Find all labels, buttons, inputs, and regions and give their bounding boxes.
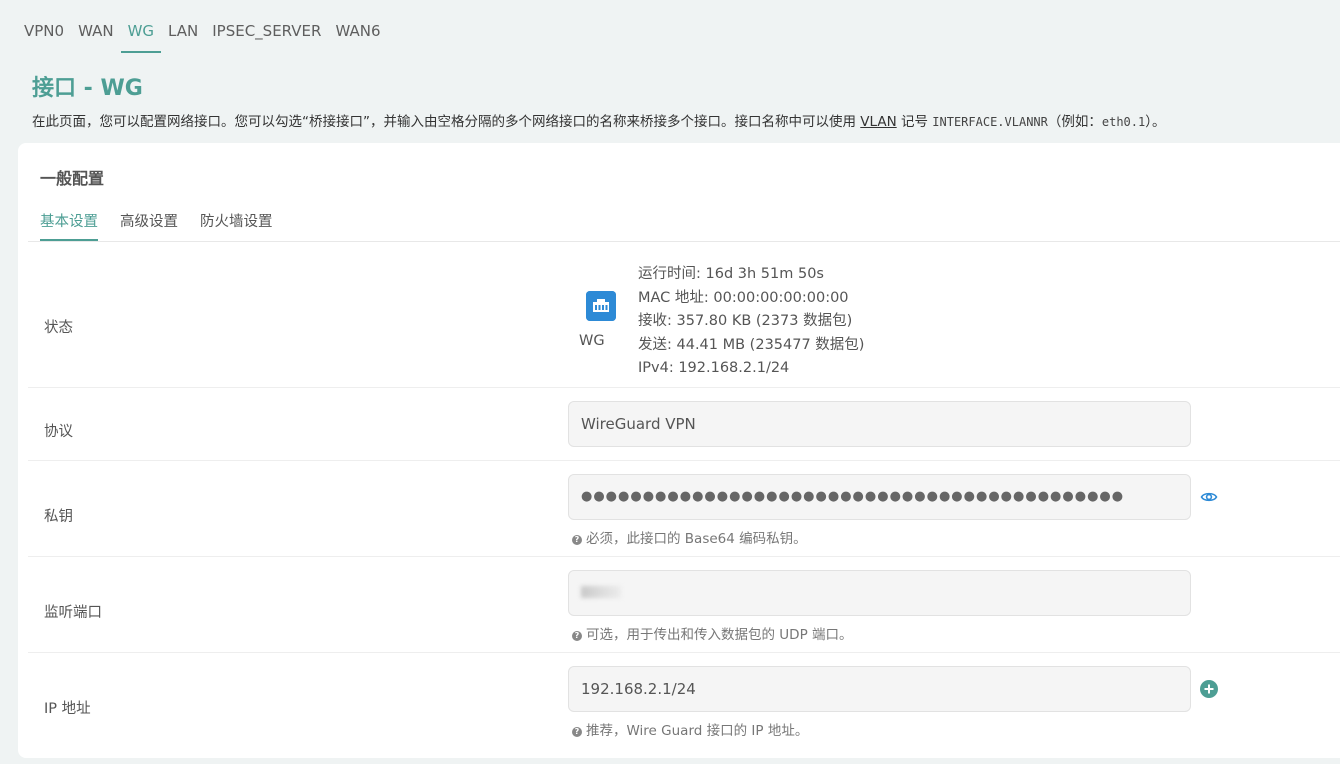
desc-code-1: INTERFACE.VLANNR: [932, 115, 1048, 129]
desc-text-2: 记号: [896, 114, 933, 130]
protocol-label: 协议: [44, 424, 73, 440]
desc-text-1: 在此页面，您可以配置网络接口。您可以勾选“桥接接口”，并输入由空格分隔的多个网络…: [32, 114, 861, 130]
status-details: 运行时间: 16d 3h 51m 50s MAC 地址: 00:00:00:00…: [638, 263, 864, 381]
private-key-label: 私钥: [44, 509, 73, 525]
ip-address-input[interactable]: 192.168.2.1/24: [568, 666, 1191, 712]
tab-advanced-settings[interactable]: 高级设置: [120, 210, 178, 241]
vlan-link[interactable]: VLAN: [860, 114, 896, 130]
ip-address-label: IP 地址: [44, 701, 91, 717]
tab-ipsec-server[interactable]: IPSEC_SERVER: [205, 18, 328, 53]
desc-text-3: （例如：: [1047, 114, 1102, 130]
desc-code-2: eth0.1: [1101, 115, 1146, 129]
help-icon: ?: [572, 535, 582, 545]
tx-text: 发送: 44.41 MB (235477 数据包): [638, 336, 865, 353]
help-icon: ?: [572, 727, 582, 737]
protocol-select[interactable]: WireGuard VPN: [568, 401, 1191, 447]
tab-wan6[interactable]: WAN6: [328, 18, 387, 53]
tab-firewall-settings[interactable]: 防火墙设置: [200, 210, 273, 241]
tab-wg[interactable]: WG: [120, 18, 162, 53]
desc-text-4: ）。: [1145, 114, 1166, 130]
listen-port-hint: ? 可选，用于传出和传入数据包的 UDP 端口。: [572, 623, 853, 643]
uptime-text: 运行时间: 16d 3h 51m 50s: [638, 266, 824, 282]
ip-address-hint: ? 推荐，Wire Guard 接口的 IP 地址。: [572, 719, 808, 739]
page-description: 在此页面，您可以配置网络接口。您可以勾选“桥接接口”，并输入由空格分隔的多个网络…: [32, 110, 1165, 130]
tab-lan[interactable]: LAN: [161, 18, 205, 53]
listen-port-hint-text: 可选，用于传出和传入数据包的 UDP 端口。: [586, 627, 853, 643]
rx-text: 接收: 357.80 KB (2373 数据包): [638, 313, 853, 329]
tab-wan[interactable]: WAN: [71, 18, 121, 53]
ipv4-text: IPv4: 192.168.2.1/24: [638, 360, 790, 376]
general-config-card: 一般配置 基本设置 高级设置 防火墙设置 状态 WG 运行时间: 16d 3h …: [18, 143, 1340, 758]
page-title: 接口 - WG: [32, 76, 143, 101]
status-label: 状态: [44, 320, 73, 336]
help-icon: ?: [572, 631, 582, 641]
ip-address-hint-text: 推荐，Wire Guard 接口的 IP 地址。: [586, 723, 809, 739]
mac-text: MAC 地址: 00:00:00:00:00:00: [638, 289, 849, 306]
private-key-hint-text: 必须，此接口的 Base64 编码私钥。: [586, 531, 807, 547]
interface-tabs: VPN0 WAN WG LAN IPSEC_SERVER WAN6: [24, 18, 388, 54]
ethernet-port-icon: [586, 291, 616, 321]
eye-icon[interactable]: [1200, 488, 1218, 506]
tab-basic-settings[interactable]: 基本设置: [40, 210, 98, 241]
private-key-hint: ? 必须，此接口的 Base64 编码私钥。: [572, 527, 807, 547]
section-title: 一般配置: [40, 169, 105, 188]
interface-name: WG: [579, 333, 605, 349]
tab-vpn0[interactable]: VPN0: [24, 18, 71, 53]
listen-port-input[interactable]: [568, 570, 1191, 616]
redacted-value: [581, 586, 621, 598]
plus-circle-icon[interactable]: [1200, 680, 1218, 698]
config-tabs: 基本设置 高级设置 防火墙设置: [40, 210, 295, 241]
private-key-input[interactable]: ●●●●●●●●●●●●●●●●●●●●●●●●●●●●●●●●●●●●●●●●…: [568, 474, 1191, 520]
listen-port-label: 监听端口: [44, 605, 102, 621]
